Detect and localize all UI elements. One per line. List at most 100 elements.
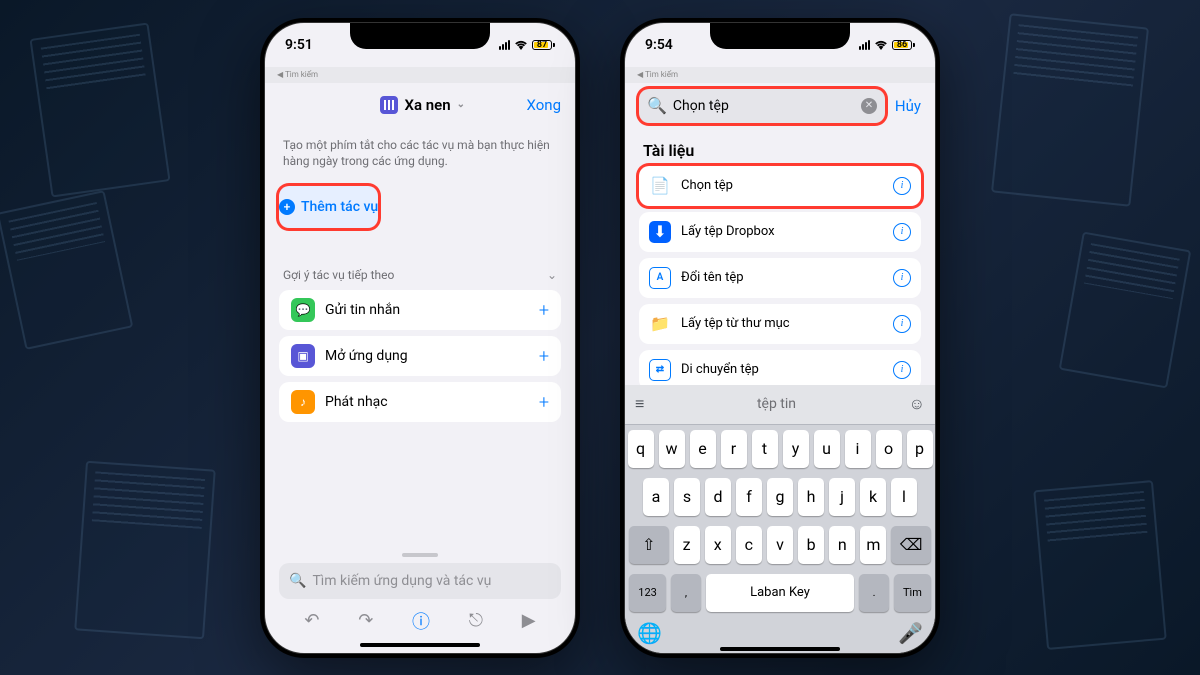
undo-button[interactable]: ↶ xyxy=(304,610,319,631)
key-u[interactable]: u xyxy=(814,430,840,468)
key-j[interactable]: j xyxy=(829,478,855,516)
result-item[interactable]: ⬇ Lấy tệp Dropbox i xyxy=(639,212,921,252)
battery-icon: 87 xyxy=(532,40,555,50)
period-key[interactable]: . xyxy=(859,574,889,612)
numbers-key[interactable]: 123 xyxy=(629,574,666,612)
info-icon[interactable]: i xyxy=(893,269,911,287)
space-key[interactable]: Laban Key xyxy=(706,574,854,612)
suggestion-icon: ▣ xyxy=(291,344,315,368)
wifi-icon xyxy=(874,40,888,50)
add-icon[interactable]: + xyxy=(539,346,549,367)
add-action-button[interactable]: + Thêm tác vụ xyxy=(279,186,378,228)
search-apps-field[interactable]: 🔍 Tìm kiếm ứng dụng và tác vụ xyxy=(279,563,561,599)
breadcrumb[interactable]: ◀ Tìm kiếm xyxy=(625,67,935,83)
result-icon: A xyxy=(649,267,671,289)
key-y[interactable]: y xyxy=(783,430,809,468)
key-r[interactable]: r xyxy=(721,430,747,468)
key-v[interactable]: v xyxy=(767,526,793,564)
nav-bar: Xa nen ⌄ Xong xyxy=(265,83,575,127)
info-icon[interactable]: i xyxy=(893,315,911,333)
signal-icon xyxy=(859,40,870,50)
result-icon: ⬇ xyxy=(649,221,671,243)
wifi-icon xyxy=(514,40,528,50)
shortcut-icon xyxy=(380,96,398,114)
cancel-button[interactable]: Hủy xyxy=(895,97,921,115)
suggestion-item[interactable]: ♪ Phát nhạc + xyxy=(279,382,561,422)
add-icon[interactable]: + xyxy=(539,392,549,413)
emoji-icon[interactable]: ☺ xyxy=(909,394,925,414)
signal-icon xyxy=(499,40,510,50)
phone-right: 9:54 86 ◀ Tìm kiếm 🔍 ✕ Hủy Tài liệu 📄Chọ… xyxy=(620,18,940,658)
result-item[interactable]: ⇄Di chuyển tệpi xyxy=(639,350,921,390)
shift-key[interactable]: ⇧ xyxy=(629,526,669,564)
search-input[interactable] xyxy=(673,98,855,114)
nav-title[interactable]: Xa nen ⌄ xyxy=(380,96,465,114)
done-button[interactable]: Xong xyxy=(526,96,561,114)
key-c[interactable]: c xyxy=(736,526,762,564)
key-e[interactable]: e xyxy=(690,430,716,468)
result-item[interactable]: 📄Chọn tệpi xyxy=(639,166,921,206)
key-t[interactable]: t xyxy=(752,430,778,468)
toolbar: ↶ ↷ ⓘ ⎋ ▶ xyxy=(265,601,575,641)
home-indicator[interactable] xyxy=(720,647,840,651)
key-g[interactable]: g xyxy=(767,478,793,516)
key-f[interactable]: f xyxy=(736,478,762,516)
info-icon[interactable]: i xyxy=(893,177,911,195)
key-k[interactable]: k xyxy=(860,478,886,516)
result-item[interactable]: A Đổi tên tệp i xyxy=(639,258,921,298)
key-h[interactable]: h xyxy=(798,478,824,516)
key-i[interactable]: i xyxy=(845,430,871,468)
globe-icon[interactable]: 🌐 xyxy=(637,621,662,645)
redo-button[interactable]: ↷ xyxy=(358,610,373,631)
key-q[interactable]: q xyxy=(628,430,654,468)
key-s[interactable]: s xyxy=(674,478,700,516)
result-label: Đổi tên tệp xyxy=(681,270,883,285)
info-icon[interactable]: i xyxy=(893,223,911,241)
notch xyxy=(710,23,850,49)
result-label: Lấy tệp Dropbox xyxy=(681,224,883,239)
result-label: Chọn tệp xyxy=(681,178,883,193)
suggestion-item[interactable]: ▣Mở ứng dụng+ xyxy=(279,336,561,376)
result-item[interactable]: 📁Lấy tệp từ thư mụci xyxy=(639,304,921,344)
battery-icon: 86 xyxy=(892,40,915,50)
suggestions-header[interactable]: Gợi ý tác vụ tiếp theo ⌄ xyxy=(265,228,575,290)
suggestion-label: Gửi tin nhắn xyxy=(325,302,529,318)
suggestion-label: Phát nhạc xyxy=(325,394,529,410)
phone-left: 9:51 87 ◀ Tìm kiếm Xa nen ⌄ Xong Tạo một… xyxy=(260,18,580,658)
play-button[interactable]: ▶ xyxy=(522,610,536,631)
return-key[interactable]: Tìm xyxy=(894,574,931,612)
drag-handle[interactable] xyxy=(402,553,438,557)
breadcrumb[interactable]: ◀ Tìm kiếm xyxy=(265,67,575,83)
clear-button[interactable]: ✕ xyxy=(861,98,877,114)
keyboard-suggestion[interactable]: tệp tin xyxy=(757,396,796,412)
delete-key[interactable]: ⌫ xyxy=(891,526,931,564)
search-icon: 🔍 xyxy=(647,96,667,115)
key-l[interactable]: l xyxy=(891,478,917,516)
share-button[interactable]: ⎋ xyxy=(469,610,483,631)
key-b[interactable]: b xyxy=(798,526,824,564)
search-icon: 🔍 xyxy=(289,573,306,589)
add-icon[interactable]: + xyxy=(539,300,549,321)
keyboard-menu-icon[interactable]: ≡ xyxy=(635,394,644,414)
key-x[interactable]: x xyxy=(705,526,731,564)
result-icon: 📁 xyxy=(649,313,671,335)
key-a[interactable]: a xyxy=(643,478,669,516)
info-button[interactable]: ⓘ xyxy=(412,608,430,634)
key-w[interactable]: w xyxy=(659,430,685,468)
search-field[interactable]: 🔍 ✕ xyxy=(639,89,885,123)
key-n[interactable]: n xyxy=(829,526,855,564)
mic-icon[interactable]: 🎤 xyxy=(898,621,923,645)
helper-text: Tạo một phím tắt cho các tác vụ mà bạn t… xyxy=(265,127,575,187)
key-d[interactable]: d xyxy=(705,478,731,516)
info-icon[interactable]: i xyxy=(893,361,911,379)
key-p[interactable]: p xyxy=(907,430,933,468)
suggestion-item[interactable]: 💬Gửi tin nhắn+ xyxy=(279,290,561,330)
home-indicator[interactable] xyxy=(360,643,480,647)
status-time: 9:51 xyxy=(285,37,313,53)
chevron-down-icon: ⌄ xyxy=(547,268,557,282)
key-o[interactable]: o xyxy=(876,430,902,468)
key-z[interactable]: z xyxy=(674,526,700,564)
key-m[interactable]: m xyxy=(860,526,886,564)
suggestion-icon: ♪ xyxy=(291,390,315,414)
comma-key[interactable]: , xyxy=(671,574,701,612)
